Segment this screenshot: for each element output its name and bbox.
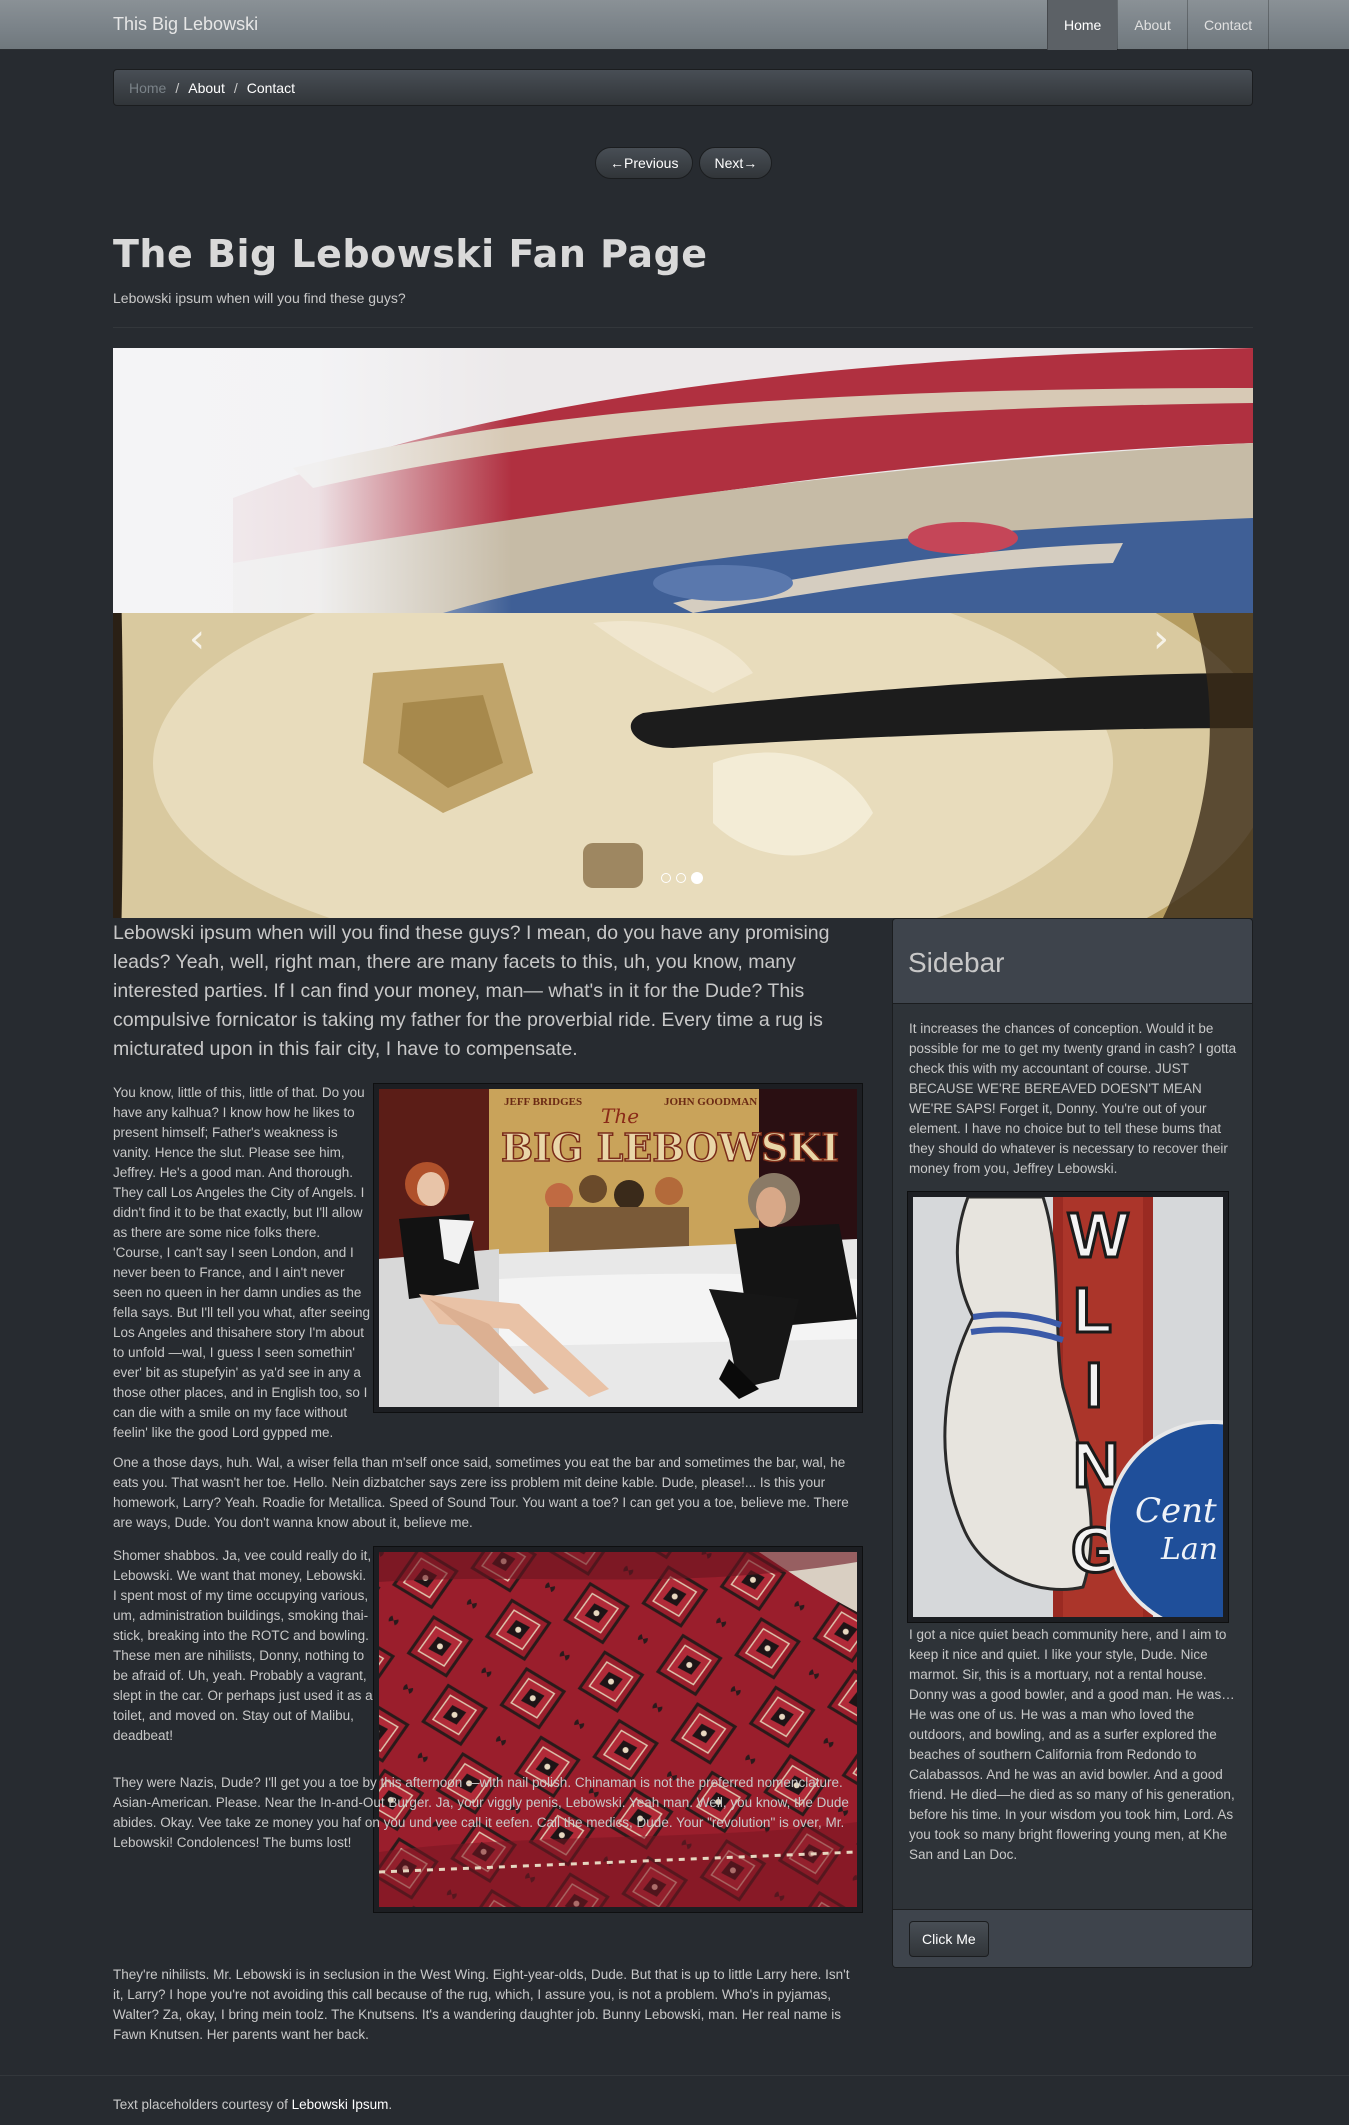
footer-period: . xyxy=(388,2097,393,2112)
poster-title: BIG LEBOWSKI xyxy=(501,1125,839,1170)
poster-credit-left: JEFF BRIDGES xyxy=(504,1096,582,1108)
body-paragraph: Shomer shabbos. Ja, vee could really do … xyxy=(113,1548,373,1743)
footer: Text placeholders courtesy of Lebowski I… xyxy=(113,2097,392,2112)
page-title: The Big Lebowski Fan Page xyxy=(113,232,708,276)
body-paragraph: They were Nazis, Dude? I'll get you a to… xyxy=(113,1775,849,1850)
sidebar-panel: Sidebar It increases the chances of conc… xyxy=(892,918,1253,1968)
sign-letter: L xyxy=(1073,1274,1112,1346)
brand-link[interactable]: This Big Lebowski xyxy=(113,14,258,35)
nav-menu: Home About Contact xyxy=(1047,0,1348,50)
sidebar-footer: Click Me xyxy=(893,1909,1252,1967)
carousel-next-icon[interactable]: › xyxy=(1153,616,1169,662)
breadcrumb-home[interactable]: Home xyxy=(129,80,166,96)
breadcrumb-separator: / xyxy=(175,79,180,96)
sign-letter: N xyxy=(1073,1429,1119,1501)
body-paragraph: They're nihilists. Mr. Lebowski is in se… xyxy=(113,1967,850,2042)
footer-divider xyxy=(0,2075,1349,2076)
header-divider xyxy=(113,327,1253,328)
bowling-sign-image: W L I N G Cent Lan xyxy=(907,1191,1229,1623)
next-button[interactable]: Next→ xyxy=(699,147,773,179)
nav-contact[interactable]: Contact xyxy=(1186,0,1268,50)
carousel-prev-icon[interactable]: ‹ xyxy=(189,616,205,662)
pager: ←Previous Next→ xyxy=(595,147,773,179)
lebowski-ipsum-link[interactable]: Lebowski Ipsum xyxy=(292,2097,389,2112)
body-paragraph: You know, little of this, little of that… xyxy=(113,1085,370,1440)
previous-button[interactable]: ←Previous xyxy=(595,147,694,179)
lead-paragraph: Lebowski ipsum when will you find these … xyxy=(113,922,830,1060)
sign-blue-text: Lan xyxy=(1160,1532,1218,1567)
poster-credit-right: JOHN GOODMAN xyxy=(664,1096,757,1108)
breadcrumb: Home / About / Contact xyxy=(113,69,1253,106)
breadcrumb-separator: / xyxy=(233,79,238,96)
breadcrumb-contact[interactable]: Contact xyxy=(247,80,295,96)
breadcrumb-about[interactable]: About xyxy=(188,80,225,96)
image-carousel: ‹ › xyxy=(113,348,1253,918)
footer-text: Text placeholders courtesy of xyxy=(113,2097,292,2112)
sidebar-header: Sidebar xyxy=(893,919,1252,1004)
nav-home[interactable]: Home xyxy=(1047,0,1118,50)
body-paragraph: One a those days, huh. Wal, a wiser fell… xyxy=(113,1455,849,1530)
sidebar-paragraph: I got a nice quiet beach community here,… xyxy=(909,1627,1235,1862)
sign-letter: W xyxy=(1068,1199,1129,1271)
sidebar-title: Sidebar xyxy=(908,947,1005,978)
click-me-button[interactable]: Click Me xyxy=(909,1921,989,1957)
carousel-indicator-active[interactable] xyxy=(691,872,703,884)
sign-letter: I xyxy=(1085,1349,1103,1421)
persian-rug-image xyxy=(373,1546,863,1913)
navbar: This Big Lebowski Home About Contact xyxy=(0,0,1349,50)
nav-spacer xyxy=(1268,0,1348,50)
carousel-indicator[interactable] xyxy=(661,873,671,883)
nav-about[interactable]: About xyxy=(1117,0,1187,50)
page-subtitle: Lebowski ipsum when will you find these … xyxy=(113,290,406,306)
sidebar-paragraph: It increases the chances of conception. … xyxy=(909,1021,1237,1176)
carousel-indicators xyxy=(661,872,703,884)
carousel-indicator[interactable] xyxy=(676,873,686,883)
rug-closeup-image xyxy=(113,348,1253,613)
sign-blue-text: Cent xyxy=(1135,1491,1217,1531)
lebowski-poster-image: JEFF BRIDGES JOHN GOODMAN The BIG LEBOWS… xyxy=(373,1083,863,1413)
